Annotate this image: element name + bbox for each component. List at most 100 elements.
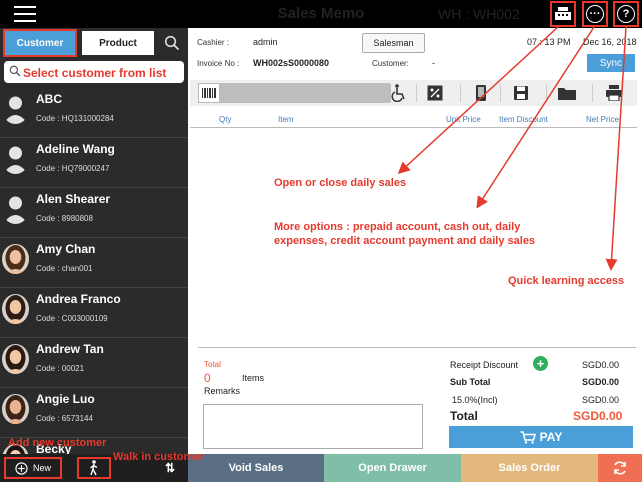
toolbar-divider bbox=[500, 84, 501, 102]
plus-circle-icon bbox=[15, 461, 28, 475]
more-options-button[interactable]: ··· bbox=[582, 1, 608, 27]
subtotal-label: Sub Total bbox=[450, 377, 491, 387]
mobile-device-icon[interactable] bbox=[470, 82, 492, 104]
warehouse-label: WH : WH002 bbox=[438, 6, 520, 22]
default-avatar-icon bbox=[2, 194, 29, 224]
shopping-cart-icon bbox=[520, 430, 536, 444]
customer-name: Adeline Wang bbox=[36, 142, 115, 156]
customer-code: Code : chan001 bbox=[36, 264, 93, 273]
customer-label: Customer: bbox=[372, 59, 409, 68]
open-drawer-button[interactable]: Open Drawer bbox=[324, 454, 461, 482]
annotation-quick-learning: Quick learning access bbox=[508, 275, 625, 287]
default-avatar-icon bbox=[2, 94, 29, 124]
receipt-discount-label: Receipt Discount bbox=[450, 360, 519, 370]
column-qty: Qty bbox=[219, 115, 232, 124]
sales-order-button[interactable]: Sales Order bbox=[461, 454, 598, 482]
search-icon bbox=[9, 65, 21, 77]
new-button-label: New bbox=[32, 463, 51, 473]
search-placeholder: Select customer from list bbox=[23, 66, 167, 80]
column-net-price: Net Price bbox=[586, 115, 619, 124]
annotation-walk-in: Walk in customer bbox=[113, 451, 204, 463]
add-discount-icon[interactable]: + bbox=[533, 356, 548, 371]
customer-list-item[interactable]: Andrea Franco Code : C003000109 bbox=[0, 288, 188, 338]
grand-total-value: SGD0.00 bbox=[573, 409, 623, 423]
save-icon[interactable] bbox=[510, 82, 532, 104]
salesman-button[interactable]: Salesman bbox=[362, 33, 425, 53]
refresh-button[interactable] bbox=[598, 454, 642, 482]
footer-divider bbox=[198, 347, 636, 348]
more-options-icon: ··· bbox=[586, 5, 604, 23]
annotation-more-options-line2: expenses, credit account payment and dai… bbox=[274, 235, 536, 247]
customer-list-item[interactable]: Andrew Tan Code : 00021 bbox=[0, 338, 188, 388]
customer-photo-avatar bbox=[2, 394, 29, 424]
customer-value: - bbox=[432, 58, 435, 68]
column-unit-price: Unit Price bbox=[446, 115, 481, 124]
cash-register-icon bbox=[555, 7, 571, 20]
walk-in-customer-button[interactable] bbox=[77, 457, 111, 479]
discount-icon[interactable] bbox=[424, 82, 446, 104]
customer-list-item[interactable]: ABC Code : HQ131000284 bbox=[0, 88, 188, 138]
cashier-label: Cashier : bbox=[197, 38, 230, 47]
annotation-more-options-line1: More options : prepaid account, cash out… bbox=[274, 221, 521, 233]
new-customer-button[interactable]: New bbox=[4, 457, 62, 479]
grand-total-label: Total bbox=[450, 409, 478, 423]
column-item-discount: Item Discount bbox=[499, 115, 548, 124]
wheelchair-icon[interactable] bbox=[388, 82, 410, 104]
sync-button[interactable]: Sync bbox=[587, 54, 635, 72]
walking-person-icon bbox=[90, 460, 98, 476]
customer-code: Code : HQ79000247 bbox=[36, 164, 110, 173]
customer-list-item[interactable]: Alen Shearer Code : 8980808 bbox=[0, 188, 188, 238]
toolbar-divider bbox=[416, 84, 417, 102]
customer-name: Andrea Franco bbox=[36, 292, 121, 306]
invoice-label: Invoice No : bbox=[197, 59, 240, 68]
customer-code: Code : 6573144 bbox=[36, 414, 93, 423]
tab-product[interactable]: Product bbox=[82, 31, 154, 55]
customer-code: Code : C003000109 bbox=[36, 314, 108, 323]
customer-photo-avatar bbox=[2, 344, 29, 374]
customer-name: Amy Chan bbox=[36, 242, 96, 256]
customer-name: Angie Luo bbox=[36, 392, 95, 406]
toolbar-divider bbox=[592, 84, 593, 102]
refresh-icon bbox=[614, 461, 626, 475]
customer-name: Alen Shearer bbox=[36, 192, 111, 206]
column-item: Item bbox=[278, 115, 294, 124]
barcode-input[interactable] bbox=[198, 83, 391, 103]
void-sales-button[interactable]: Void Sales bbox=[188, 454, 324, 482]
daily-sales-button[interactable] bbox=[550, 1, 576, 27]
total-items-label: Total bbox=[204, 360, 221, 369]
items-label: Items bbox=[242, 373, 265, 383]
annotation-add-customer: Add new customer bbox=[8, 437, 107, 449]
question-mark-icon: ? bbox=[617, 5, 635, 23]
customer-search-input[interactable]: Select customer from list bbox=[4, 61, 184, 83]
customer-list-item[interactable]: Adeline Wang Code : HQ79000247 bbox=[0, 138, 188, 188]
tax-label: 15.0%(Incl) bbox=[452, 395, 498, 405]
time-display: 07 : 13 PM bbox=[527, 37, 571, 47]
printer-icon[interactable] bbox=[603, 82, 625, 104]
toolbar-divider bbox=[460, 84, 461, 102]
customer-list-item[interactable]: Angie Luo Code : 6573144 bbox=[0, 388, 188, 438]
cashier-value: admin bbox=[253, 37, 278, 47]
total-items-count: 0 bbox=[204, 371, 211, 385]
date-display: Dec 16, 2018 bbox=[583, 37, 637, 47]
default-avatar-icon bbox=[2, 144, 29, 174]
tax-value: SGD0.00 bbox=[582, 395, 620, 405]
table-header-divider bbox=[190, 127, 637, 128]
customer-photo-avatar bbox=[2, 294, 29, 324]
customer-code: Code : HQ131000284 bbox=[36, 114, 114, 123]
customer-code: Code : 00021 bbox=[36, 364, 85, 373]
invoice-value: WH002sS0000080 bbox=[253, 58, 330, 68]
customer-photo-avatar bbox=[2, 244, 29, 274]
remarks-input[interactable] bbox=[203, 404, 423, 449]
customer-name: Andrew Tan bbox=[36, 342, 104, 356]
search-icon[interactable] bbox=[160, 32, 184, 54]
folder-icon[interactable] bbox=[556, 82, 578, 104]
help-button[interactable]: ? bbox=[613, 1, 639, 27]
remarks-label: Remarks bbox=[204, 386, 241, 396]
customer-list-item[interactable]: Amy Chan Code : chan001 bbox=[0, 238, 188, 288]
customer-code: Code : 8980808 bbox=[36, 214, 93, 223]
subtotal-value: SGD0.00 bbox=[582, 377, 620, 387]
pay-button[interactable]: PAY bbox=[449, 426, 633, 448]
tab-customer[interactable]: Customer bbox=[5, 31, 75, 55]
barcode-icon[interactable] bbox=[198, 83, 220, 103]
page-title: Sales Memo bbox=[277, 5, 365, 22]
